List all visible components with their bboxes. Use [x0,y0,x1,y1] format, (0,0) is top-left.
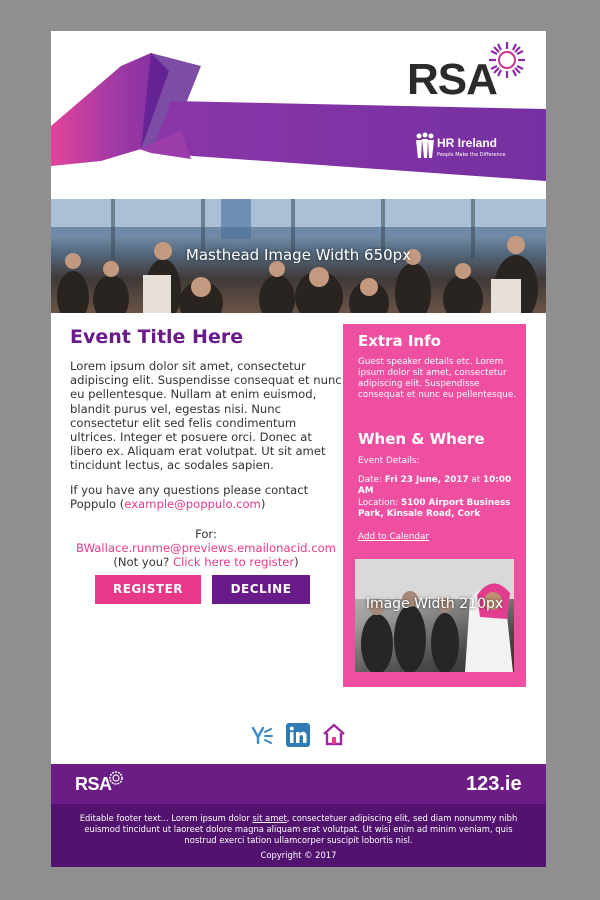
yammer-icon[interactable] [250,723,274,747]
add-to-calendar-link[interactable]: Add to Calendar [358,532,429,542]
email-header: RSA HR Ireland People Make the Differenc… [51,31,546,199]
home-icon[interactable] [322,723,346,747]
click-to-register-link[interactable]: Click here to register [173,555,294,569]
footer-123ie-logo: 123.ie [466,773,522,795]
event-title: Event Title Here [70,326,244,348]
rsa-sun-icon [489,42,525,78]
extra-info-heading: Extra Info [358,332,441,350]
recipient-email-link[interactable]: BWallace.runme@previews.emailonacid.com [70,541,342,555]
for-label: For: [195,527,217,541]
footer-link[interactable]: sit amet [252,813,286,823]
not-you-line: (Not you? Click here to register) [113,555,299,570]
footer-text-area: Editable footer text... Lorem ipsum dolo… [51,804,546,867]
register-button[interactable]: REGISTER [95,575,201,604]
event-location: Location: 5100 Airport Business Park, Ki… [358,498,511,519]
contact-text: If you have any questions please contact… [70,483,309,512]
email-container: RSA HR Ireland People Make the Differenc… [51,31,546,867]
extra-info-text: Guest speaker details etc. Lorem ipsum d… [358,357,517,400]
footer-text: Editable footer text... Lorem ipsum dolo… [79,813,518,845]
event-details-label: Event Details: [358,456,420,466]
footer-copyright: Copyright © 2017 [260,850,337,860]
event-description: Lorem ipsum dolor sit amet, consectetur … [70,359,342,473]
footer-sun-icon [109,771,123,785]
event-date: Date: Fri 23 June, 2017 at 10:00 AM [358,475,512,496]
contact-email-link[interactable]: example@poppulo.com [124,497,261,511]
recipient-block: For: BWallace.runme@previews.emailonacid… [70,527,342,570]
sidebar-photo [355,559,514,672]
decline-button[interactable]: DECLINE [212,575,310,604]
masthead-image: Masthead Image Width 650px [51,199,546,313]
sidebar-image: Image Width 210px [355,559,514,672]
sidebar-image-label: Image Width 210px [365,596,504,612]
when-where-heading: When & Where [358,430,485,448]
people-icon [416,132,434,158]
footer-rsa-logo: RSA [75,774,112,794]
rsa-logo: RSA [407,55,498,104]
masthead-label: Masthead Image Width 650px [185,246,412,264]
footer-brand-bar: RSA 123.ie [51,764,546,804]
event-sidebar: Extra Info Guest speaker details etc. Lo… [343,324,526,687]
linkedin-icon[interactable] [286,723,310,747]
